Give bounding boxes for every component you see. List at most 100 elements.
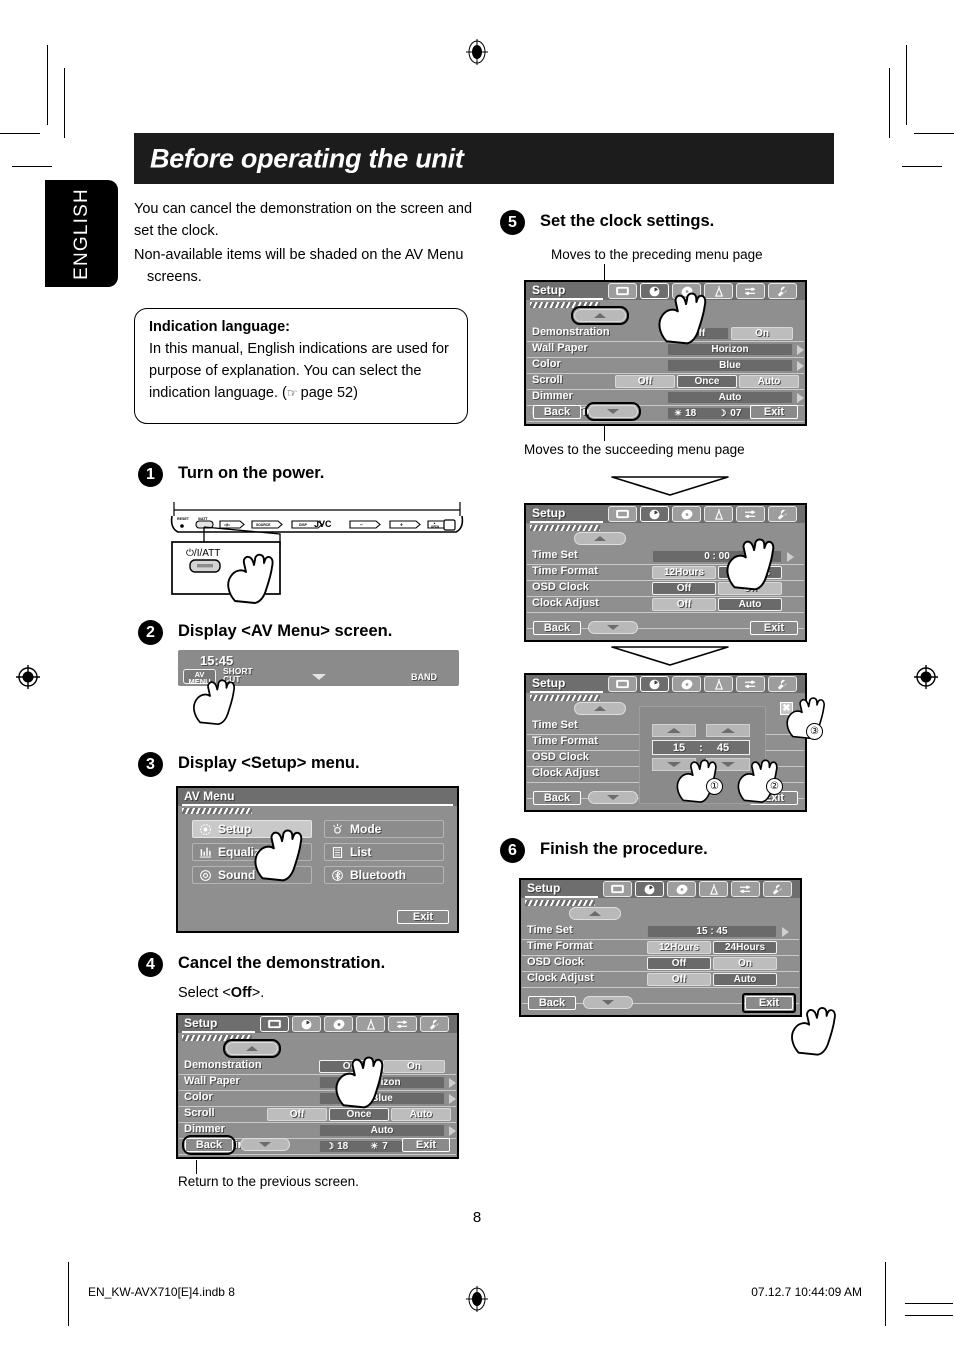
audio-tab-icon[interactable] — [388, 1016, 417, 1032]
row-value-color[interactable]: Blue — [667, 359, 793, 372]
clock-back-button[interactable]: Back — [533, 791, 581, 805]
clock-tab-icon[interactable] — [292, 1016, 321, 1032]
row-option-adjust-auto[interactable]: Auto — [713, 973, 777, 986]
av-menu-button[interactable]: AV MENU — [183, 669, 216, 685]
row-value-dimmer[interactable]: Auto — [667, 391, 793, 404]
close-icon[interactable]: ✖ — [780, 702, 793, 715]
row-option-12hours[interactable]: 12Hours — [647, 941, 711, 954]
row-option-scroll-once[interactable]: Once — [677, 375, 737, 388]
page-down-button[interactable] — [583, 996, 633, 1009]
audio-tab-icon[interactable] — [731, 881, 760, 897]
clock-tab-icon[interactable] — [640, 676, 669, 692]
wrench-tab-icon[interactable] — [420, 1016, 449, 1032]
row-option-scroll-once[interactable]: Once — [329, 1108, 389, 1121]
row-option-osd-on[interactable]: On — [713, 957, 777, 970]
chevron-down-icon[interactable] — [311, 674, 326, 680]
audio-tab-icon[interactable] — [736, 676, 765, 692]
row-value-wall-paper[interactable]: Horizon — [667, 343, 793, 356]
disc-tab-icon[interactable] — [324, 1016, 353, 1032]
row-value-dimmer[interactable]: Auto — [319, 1124, 445, 1137]
chevron-right-icon[interactable] — [787, 552, 794, 562]
row-option-off[interactable]: Off — [667, 327, 729, 340]
shortcut-button[interactable]: SHORT CUT — [223, 667, 253, 684]
chevron-right-icon[interactable] — [797, 361, 804, 371]
row-value-time-set[interactable]: 15 : 45 — [647, 925, 777, 938]
row-option-osd-off[interactable]: Off — [647, 957, 711, 970]
row-option-12hours[interactable]: 12Hours — [652, 566, 716, 579]
band-button[interactable]: BAND — [411, 672, 437, 682]
screen-tab-icon[interactable] — [608, 283, 637, 299]
av-menu-button-setup[interactable]: Setup — [192, 820, 312, 838]
row-option-off[interactable]: Off — [319, 1060, 381, 1073]
screen-tab-icon[interactable] — [260, 1016, 289, 1032]
audio-tab-icon[interactable] — [736, 283, 765, 299]
av-menu-button-sound[interactable]: Sound — [192, 866, 312, 884]
page-up-button[interactable] — [569, 907, 621, 920]
disc-tab-icon[interactable] — [667, 881, 696, 897]
clock-tab-icon[interactable] — [640, 506, 669, 522]
tuner-tab-icon[interactable] — [704, 506, 733, 522]
page-up-button[interactable] — [574, 702, 626, 715]
chevron-right-icon[interactable] — [797, 393, 804, 403]
row-value-color[interactable]: Blue — [319, 1092, 445, 1105]
row-option-scroll-off[interactable]: Off — [615, 375, 675, 388]
screen-tab-icon[interactable] — [608, 676, 637, 692]
av-menu-button-bluetooth[interactable]: Bluetooth — [324, 866, 444, 884]
row-option-scroll-auto[interactable]: Auto — [391, 1108, 451, 1121]
tuner-tab-icon[interactable] — [356, 1016, 385, 1032]
setup-back-button[interactable]: Back — [533, 405, 581, 419]
row-option-osd-on[interactable]: On — [718, 582, 782, 595]
row-option-24hours[interactable]: 24Hours — [713, 941, 777, 954]
tuner-tab-icon[interactable] — [704, 676, 733, 692]
row-option-on[interactable]: On — [731, 327, 793, 340]
row-option-adjust-off[interactable]: Off — [647, 973, 711, 986]
row-value-wall-paper[interactable]: Horizon — [319, 1076, 445, 1089]
wrench-tab-icon[interactable] — [763, 881, 792, 897]
page-down-button[interactable] — [588, 621, 638, 634]
screen-tab-icon[interactable] — [603, 881, 632, 897]
wrench-tab-icon[interactable] — [768, 283, 797, 299]
tuner-tab-icon[interactable] — [704, 283, 733, 299]
wrench-tab-icon[interactable] — [768, 506, 797, 522]
row-option-adjust-off[interactable]: Off — [652, 598, 716, 611]
chevron-right-icon[interactable] — [797, 345, 804, 355]
row-option-scroll-off[interactable]: Off — [267, 1108, 327, 1121]
chevron-right-icon[interactable] — [449, 1078, 456, 1088]
hour-down-button[interactable] — [652, 758, 696, 771]
chevron-right-icon[interactable] — [449, 1126, 456, 1136]
disc-tab-icon[interactable] — [672, 283, 701, 299]
av-menu-button-equalizer[interactable]: Equalizer — [192, 843, 312, 861]
disc-tab-icon[interactable] — [672, 676, 701, 692]
tuner-tab-icon[interactable] — [699, 881, 728, 897]
clock-back-button[interactable]: Back — [528, 996, 576, 1010]
page-down-button[interactable] — [588, 791, 638, 804]
row-value-time-set[interactable]: 0 : 00 — [652, 550, 782, 563]
hour-up-button[interactable] — [652, 724, 696, 737]
row-option-scroll-auto[interactable]: Auto — [739, 375, 799, 388]
clock-back-button[interactable]: Back — [533, 621, 581, 635]
clock-tab-icon[interactable] — [635, 881, 664, 897]
row-option-on[interactable]: On — [383, 1060, 445, 1073]
minute-down-button[interactable] — [706, 758, 750, 771]
row-option-adjust-auto[interactable]: Auto — [718, 598, 782, 611]
wrench-tab-icon[interactable] — [768, 676, 797, 692]
audio-tab-icon[interactable] — [736, 506, 765, 522]
row-label-demonstration: Demonstration — [532, 326, 610, 338]
row-option-osd-off[interactable]: Off — [652, 582, 716, 595]
minute-up-button[interactable] — [706, 724, 750, 737]
av-menu-exit-button[interactable]: Exit — [397, 910, 449, 924]
setup-exit-button[interactable]: Exit — [750, 405, 798, 419]
page-up-button[interactable] — [574, 532, 626, 545]
av-menu-button-mode[interactable]: Mode — [324, 820, 444, 838]
clock-exit-button[interactable]: Exit — [750, 621, 798, 635]
av-menu-button-list[interactable]: List — [324, 843, 444, 861]
disc-tab-icon[interactable] — [672, 506, 701, 522]
chevron-right-icon[interactable] — [449, 1094, 456, 1104]
setup-exit-button[interactable]: Exit — [402, 1138, 450, 1152]
clock-tab-icon[interactable] — [640, 283, 669, 299]
exit-button-highlight — [742, 993, 796, 1013]
page-down-button[interactable] — [240, 1138, 290, 1151]
screen-tab-icon[interactable] — [608, 506, 637, 522]
row-option-24hours[interactable]: 24Hours — [718, 566, 782, 579]
chevron-right-icon[interactable] — [782, 927, 789, 937]
